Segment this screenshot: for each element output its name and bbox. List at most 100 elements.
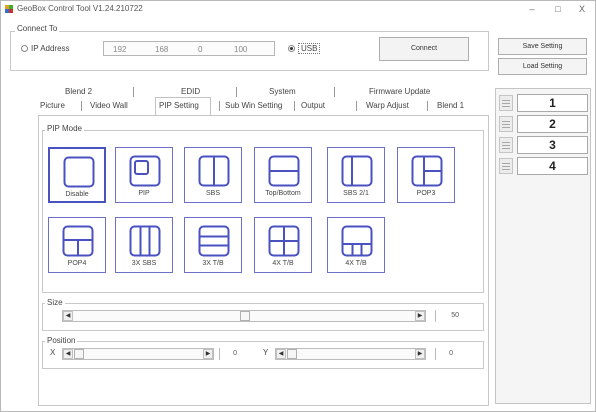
3x-tb-icon bbox=[198, 225, 230, 257]
connect-button[interactable]: Connect bbox=[379, 37, 469, 61]
ip-address-input[interactable]: 192 168 0 100 bbox=[103, 41, 275, 56]
pip-mode-disable-tile[interactable]: Disable bbox=[48, 147, 106, 203]
pip-mode-pop3-tile[interactable]: POP3 bbox=[397, 147, 455, 203]
drag-handle-icon[interactable] bbox=[499, 95, 513, 111]
slider-left-arrow-icon[interactable]: ◀ bbox=[63, 349, 73, 359]
position-group-label: Position bbox=[45, 336, 78, 345]
y-slider-thumb[interactable] bbox=[287, 349, 297, 359]
pip-mode-label: SBS 2/1 bbox=[343, 190, 369, 197]
minimize-button[interactable]: – bbox=[521, 3, 543, 15]
tab-divider bbox=[294, 101, 295, 111]
tab-divider bbox=[427, 101, 428, 111]
pop4-icon bbox=[62, 225, 94, 257]
preset-3-button[interactable]: 3 bbox=[517, 136, 588, 154]
pip-mode-top-bottom-tile[interactable]: Top/Bottom bbox=[254, 147, 312, 203]
x-label: X bbox=[50, 348, 56, 357]
x-value: 0 bbox=[219, 348, 237, 360]
size-value: 50 bbox=[435, 310, 459, 322]
y-label: Y bbox=[263, 348, 269, 357]
ip-octet-4: 100 bbox=[234, 45, 248, 54]
tab-firmware-update[interactable]: Firmware Update bbox=[369, 87, 430, 96]
preset-row: 3 bbox=[499, 136, 589, 154]
tab-pip-setting[interactable]: PIP Setting bbox=[159, 101, 199, 110]
slider-right-arrow-icon[interactable]: ▶ bbox=[203, 349, 213, 359]
disable-icon bbox=[63, 156, 95, 188]
4x-tb-icon bbox=[268, 225, 300, 257]
pip-mode-group-label: PIP Mode bbox=[45, 124, 84, 133]
tab-edid[interactable]: EDID bbox=[181, 87, 200, 96]
4x-tb-alt-icon bbox=[341, 225, 373, 257]
preset-row: 4 bbox=[499, 157, 589, 175]
size-group-label: Size bbox=[45, 298, 65, 307]
preset-1-button[interactable]: 1 bbox=[517, 94, 588, 112]
tab-picture[interactable]: Picture bbox=[40, 101, 65, 110]
pip-mode-3x-sbs-tile[interactable]: 3X SBS bbox=[115, 217, 173, 273]
slider-left-arrow-icon[interactable]: ◀ bbox=[63, 311, 73, 321]
tab-divider bbox=[219, 101, 220, 111]
tab-divider bbox=[334, 87, 335, 97]
tab-warp-adjust[interactable]: Warp Adjust bbox=[366, 101, 409, 110]
3x-sbs-icon bbox=[129, 225, 161, 257]
drag-handle-icon[interactable] bbox=[499, 116, 513, 132]
pip-mode-label: POP4 bbox=[67, 260, 87, 267]
ip-octet-3: 0 bbox=[198, 45, 203, 54]
tab-divider bbox=[133, 87, 134, 97]
tab-blend-1[interactable]: Blend 1 bbox=[437, 101, 464, 110]
tab-sub-win-setting[interactable]: Sub Win Setting bbox=[225, 101, 282, 110]
pop3-icon bbox=[411, 155, 443, 187]
size-slider-thumb[interactable] bbox=[240, 311, 250, 321]
tab-video-wall[interactable]: Video Wall bbox=[90, 101, 128, 110]
preset-panel: 1 2 3 4 bbox=[495, 88, 591, 404]
slider-right-arrow-icon[interactable]: ▶ bbox=[415, 349, 425, 359]
tab-blend-2[interactable]: Blend 2 bbox=[65, 87, 92, 96]
pip-mode-pip-tile[interactable]: PIP bbox=[115, 147, 173, 203]
sbs-2-1-icon bbox=[341, 155, 373, 187]
slider-right-arrow-icon[interactable]: ▶ bbox=[415, 311, 425, 321]
pip-mode-sbs-2-1-tile[interactable]: SBS 2/1 bbox=[327, 147, 385, 203]
save-setting-button[interactable]: Save Setting bbox=[498, 38, 587, 55]
load-setting-button[interactable]: Load Setting bbox=[498, 58, 587, 75]
pip-mode-label: 3X SBS bbox=[131, 260, 157, 267]
slider-left-arrow-icon[interactable]: ◀ bbox=[276, 349, 286, 359]
app-window: GeoBox Control Tool V1.24.210722 – □ X C… bbox=[0, 0, 596, 412]
x-position-slider[interactable]: ◀ ▶ bbox=[62, 348, 214, 360]
pip-mode-label: SBS bbox=[205, 190, 220, 197]
tab-output[interactable]: Output bbox=[301, 101, 325, 110]
preset-row: 1 bbox=[499, 94, 589, 112]
title-bar: GeoBox Control Tool V1.24.210722 – □ X bbox=[1, 1, 595, 17]
y-position-slider[interactable]: ◀ ▶ bbox=[275, 348, 426, 360]
connect-group-label: Connect To bbox=[15, 24, 60, 33]
pip-mode-pop4-tile[interactable]: POP4 bbox=[48, 217, 106, 273]
drag-handle-icon[interactable] bbox=[499, 158, 513, 174]
tab-divider bbox=[236, 87, 237, 97]
ip-octet-1: 192 bbox=[113, 45, 127, 54]
pip-mode-label: 3X T/B bbox=[202, 260, 224, 267]
preset-2-button[interactable]: 2 bbox=[517, 115, 588, 133]
ip-octet-2: 168 bbox=[155, 45, 169, 54]
pip-mode-label: POP3 bbox=[416, 190, 436, 197]
pip-mode-label: 4X T/B bbox=[345, 260, 367, 267]
tab-divider bbox=[81, 101, 82, 111]
size-slider[interactable]: ◀ ▶ bbox=[62, 310, 426, 322]
preset-row: 2 bbox=[499, 115, 589, 133]
pip-mode-label: PIP bbox=[138, 190, 150, 197]
usb-radio[interactable] bbox=[288, 45, 295, 52]
sbs-icon bbox=[198, 155, 230, 187]
pip-mode-4x-tb-tile[interactable]: 4X T/B bbox=[254, 217, 312, 273]
drag-handle-icon[interactable] bbox=[499, 137, 513, 153]
top-bottom-icon bbox=[268, 155, 300, 187]
pip-mode-label: Disable bbox=[65, 191, 89, 198]
preset-4-button[interactable]: 4 bbox=[517, 157, 588, 175]
tab-divider bbox=[356, 101, 357, 111]
pip-mode-label: 4X T/B bbox=[272, 260, 294, 267]
window-title: GeoBox Control Tool V1.24.210722 bbox=[17, 4, 143, 13]
pip-mode-3x-tb-tile[interactable]: 3X T/B bbox=[184, 217, 242, 273]
close-button[interactable]: X bbox=[571, 3, 593, 15]
pip-mode-sbs-tile[interactable]: SBS bbox=[184, 147, 242, 203]
x-slider-thumb[interactable] bbox=[74, 349, 84, 359]
maximize-button[interactable]: □ bbox=[547, 3, 569, 15]
ip-address-radio[interactable] bbox=[21, 45, 28, 52]
pip-mode-label: Top/Bottom bbox=[265, 190, 301, 197]
tab-system[interactable]: System bbox=[269, 87, 296, 96]
pip-mode-4x-tb-alt-tile[interactable]: 4X T/B bbox=[327, 217, 385, 273]
